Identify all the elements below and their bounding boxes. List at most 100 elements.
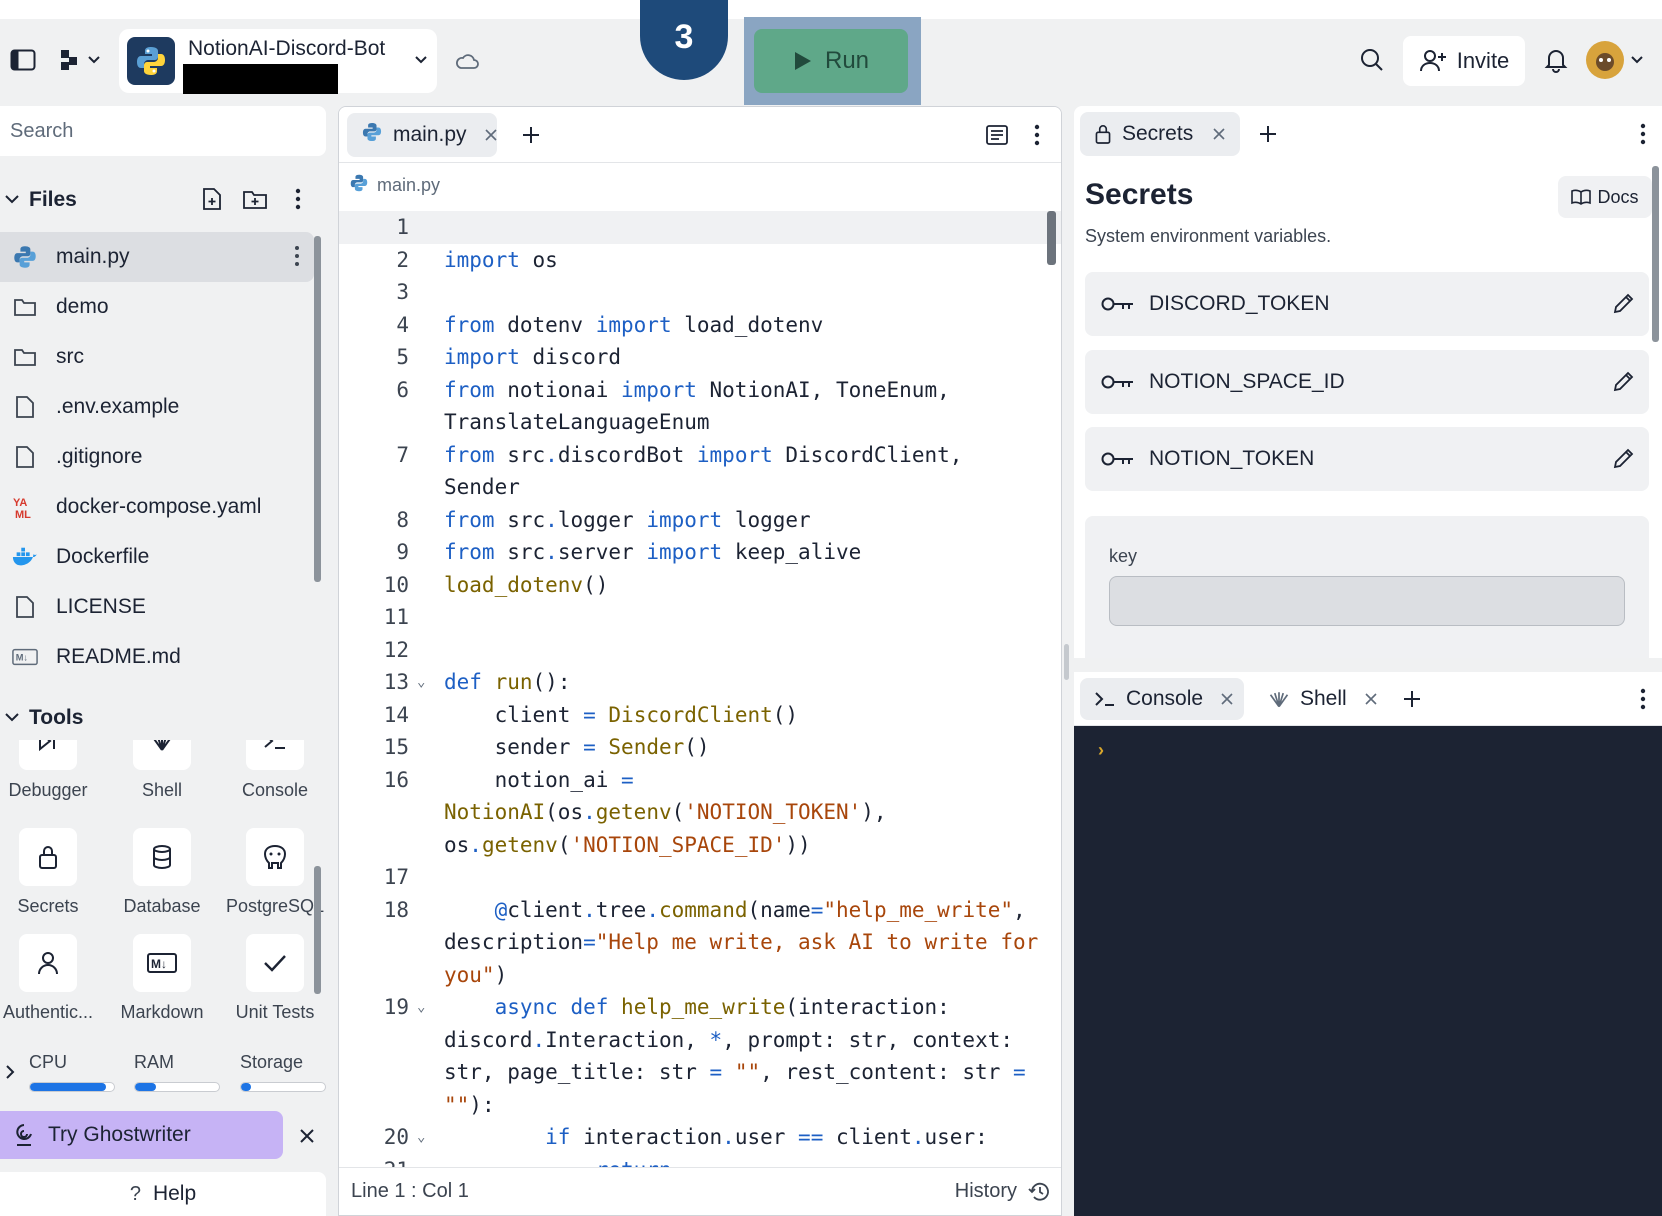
new-tab-button[interactable] — [1252, 118, 1284, 150]
secrets-menu-button[interactable] — [1630, 118, 1656, 150]
close-icon[interactable] — [1213, 128, 1225, 140]
code-line[interactable]: 14 client = DiscordClient() — [339, 699, 1061, 732]
tool-database[interactable]: Database — [107, 828, 217, 917]
code-line[interactable]: 10 load_dotenv() — [339, 569, 1061, 602]
tab-main-py[interactable]: main.py — [347, 113, 497, 157]
code-line[interactable]: 17 — [339, 861, 1061, 894]
pane-resize-handle[interactable] — [1064, 644, 1069, 680]
tool-postgresql[interactable]: PostgreSQL — [220, 828, 326, 917]
fold-chevron-icon[interactable]: ⌄ — [417, 666, 425, 699]
search-input[interactable]: Search — [0, 106, 326, 156]
history-button[interactable]: History — [955, 1180, 1051, 1203]
chevron-right-icon[interactable] — [4, 1064, 16, 1080]
invite-button[interactable]: Invite — [1403, 36, 1525, 86]
secret-row[interactable]: NOTION_TOKEN — [1085, 427, 1649, 491]
pencil-icon[interactable] — [1611, 447, 1635, 471]
tab-console[interactable]: Console — [1080, 678, 1244, 720]
code-line[interactable]: 1 — [339, 211, 1061, 244]
close-ghostwriter-button[interactable] — [293, 1122, 321, 1150]
file-item-src[interactable]: src — [0, 332, 314, 382]
code-line[interactable]: 11 — [339, 601, 1061, 634]
sidebar-toggle-button[interactable] — [8, 44, 38, 76]
file-tree-scrollbar[interactable] — [314, 236, 321, 582]
tab-secrets[interactable]: Secrets — [1080, 112, 1240, 156]
search-button[interactable] — [1356, 44, 1388, 76]
editor-scrollbar[interactable] — [1047, 211, 1056, 265]
workspace-switcher-button[interactable] — [54, 44, 106, 76]
code-line[interactable]: 20 ⌄ if interaction.user == client.user: — [339, 1121, 1061, 1154]
file-item-dockerfile[interactable]: Dockerfile — [0, 532, 314, 582]
avatar[interactable] — [1586, 41, 1624, 79]
storage-label: Storage — [240, 1052, 304, 1072]
new-tab-button[interactable] — [1396, 683, 1428, 715]
python-icon — [12, 244, 38, 270]
tool-console[interactable]: Console — [220, 740, 326, 801]
fold-chevron-icon[interactable]: ⌄ — [417, 991, 425, 1024]
notifications-button[interactable] — [1540, 44, 1572, 76]
tool-shell[interactable]: Shell — [107, 740, 217, 801]
cursor-position[interactable]: Line 1 : Col 1 — [351, 1180, 469, 1203]
code-line[interactable]: 13 ⌄ def run(): — [339, 666, 1061, 699]
outline-button[interactable] — [981, 119, 1013, 151]
tools-scrollbar[interactable] — [314, 866, 321, 994]
new-tab-button[interactable] — [515, 119, 547, 151]
code-line[interactable]: 3 — [339, 276, 1061, 309]
code-line[interactable]: 12 — [339, 634, 1061, 667]
code-line[interactable]: 9 from src.server import keep_alive — [339, 536, 1061, 569]
code-line[interactable]: 8 from src.logger import logger — [339, 504, 1061, 537]
files-menu-button[interactable] — [286, 185, 310, 213]
code-line[interactable]: 7 from src.discordBot import DiscordClien… — [339, 439, 1061, 504]
close-icon — [300, 1129, 314, 1143]
file-menu-icon[interactable] — [294, 245, 300, 273]
help-button[interactable]: ? Help — [0, 1172, 326, 1216]
run-button[interactable]: Run — [754, 29, 908, 93]
file-item-license[interactable]: LICENSE — [0, 582, 314, 632]
tool-markdown[interactable]: M↓ Markdown — [107, 934, 217, 1023]
secret-row[interactable]: NOTION_SPACE_ID — [1085, 350, 1649, 414]
code-line[interactable]: 4 from dotenv import load_dotenv — [339, 309, 1061, 342]
close-icon[interactable] — [1365, 693, 1377, 705]
fold-chevron-icon[interactable]: ⌄ — [417, 1121, 425, 1154]
close-icon[interactable] — [1221, 693, 1233, 705]
console-menu-button[interactable] — [1630, 683, 1656, 715]
tool-unit-tests[interactable]: Unit Tests — [220, 934, 326, 1023]
tool-secrets[interactable]: Secrets — [0, 828, 103, 917]
invite-label: Invite — [1456, 48, 1510, 73]
file-item-env-example[interactable]: .env.example — [0, 382, 314, 432]
tool-debugger[interactable]: Debugger — [0, 740, 103, 801]
account-chevron-icon[interactable] — [1630, 55, 1644, 65]
code-line[interactable]: 6 from notionai import NotionAI, ToneEnum… — [339, 374, 1061, 439]
key-input[interactable] — [1109, 576, 1625, 626]
new-file-button[interactable] — [198, 185, 226, 213]
new-folder-button[interactable] — [240, 185, 270, 213]
pencil-icon[interactable] — [1611, 370, 1635, 394]
pencil-icon[interactable] — [1611, 292, 1635, 316]
console-prompt[interactable]: › — [1098, 740, 1104, 761]
file-item-readme[interactable]: M↓ README.md — [0, 632, 314, 682]
code-line[interactable]: 5 import discord — [339, 341, 1061, 374]
tool-authentication[interactable]: Authentic... — [0, 934, 103, 1023]
file-item-docker-compose[interactable]: YA ML docker-compose.yaml — [0, 482, 314, 532]
code-area[interactable]: 1 2 import os 3 4 from dotenv import load_d… — [339, 211, 1061, 1171]
chevron-down-icon[interactable] — [4, 193, 20, 207]
file-item-main-py[interactable]: main.py — [0, 232, 314, 282]
chevron-down-icon[interactable] — [4, 711, 20, 725]
code-line[interactable]: 18 @client.tree.command(name="help_me_wr… — [339, 894, 1061, 992]
tab-shell[interactable]: Shell — [1254, 678, 1384, 720]
ghostwriter-button[interactable]: Try Ghostwriter — [0, 1111, 283, 1159]
code-line[interactable]: 15 sender = Sender() — [339, 731, 1061, 764]
cloud-sync-button[interactable] — [452, 46, 482, 76]
secrets-scrollbar[interactable] — [1652, 166, 1659, 342]
history-icon — [1028, 1182, 1049, 1201]
docs-button[interactable]: Docs — [1558, 176, 1652, 218]
code-line[interactable]: 16 notion_ai = NotionAI(os.getenv('NOTIO… — [339, 764, 1061, 862]
secret-row[interactable]: DISCORD_TOKEN — [1085, 272, 1649, 336]
code-line[interactable]: 2 import os — [339, 244, 1061, 277]
breadcrumb[interactable]: main.py — [349, 173, 440, 198]
file-item-gitignore[interactable]: .gitignore — [0, 432, 314, 482]
repl-selector[interactable]: NotionAI-Discord-Bot — [119, 29, 437, 94]
file-item-demo[interactable]: demo — [0, 282, 314, 332]
close-icon[interactable] — [484, 129, 497, 141]
code-line[interactable]: 19 ⌄ async def help_me_write(interaction:… — [339, 991, 1061, 1121]
editor-menu-button[interactable] — [1023, 119, 1051, 151]
